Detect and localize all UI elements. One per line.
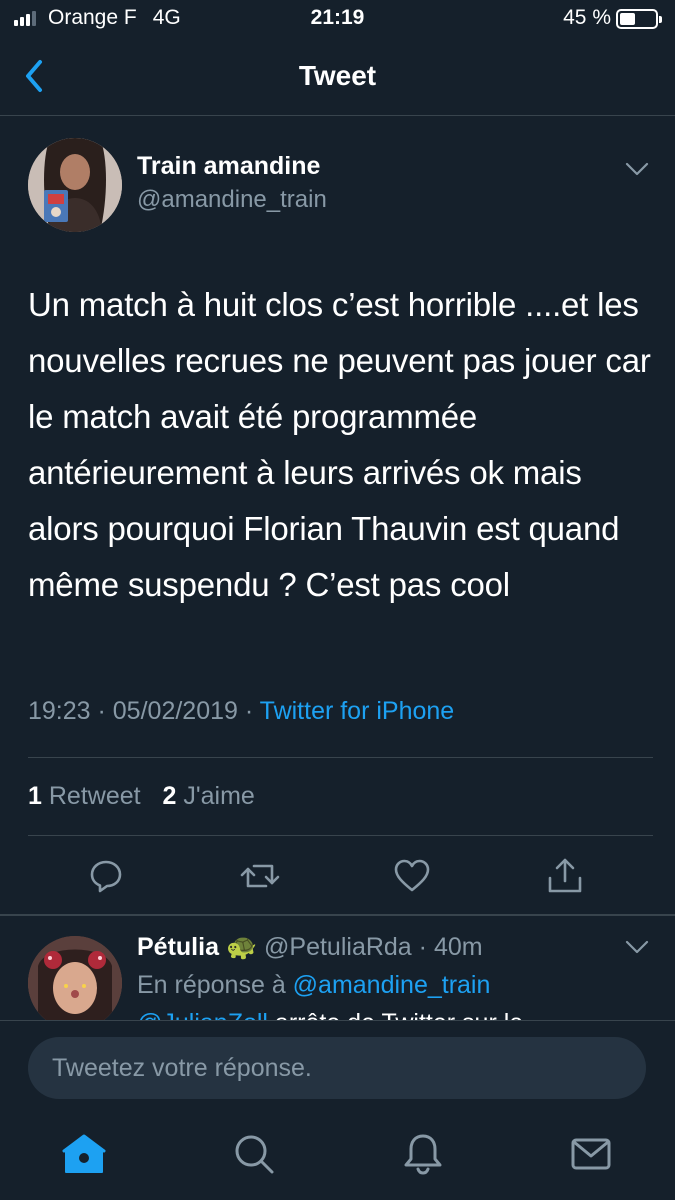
reply-author-photo xyxy=(28,936,122,1030)
likes-stat[interactable]: 2 J'aime xyxy=(162,782,254,810)
in-reply-to: En réponse à @amandine_train xyxy=(137,971,490,1000)
tab-bar xyxy=(0,1112,675,1200)
retweet-label: Retweet xyxy=(48,782,141,810)
like-count: 2 xyxy=(162,782,177,810)
tweet-source-link[interactable]: Twitter for iPhone xyxy=(260,697,455,725)
reply-avatar[interactable] xyxy=(28,936,122,1030)
tweet-text: Un match à huit clos c’est horrible ....… xyxy=(28,286,651,603)
navbar: Tweet xyxy=(0,40,675,116)
tweet-date: 05/02/2019 xyxy=(112,697,238,725)
in-reply-mention[interactable]: @amandine_train xyxy=(293,971,491,999)
retweets-stat[interactable]: 1 Retweet xyxy=(28,782,141,810)
status-bar: Orange F 4G 21:19 45 % xyxy=(0,0,675,40)
author-handle[interactable]: @amandine_train xyxy=(137,186,327,214)
messages-icon[interactable] xyxy=(569,1132,613,1176)
like-label: J'aime xyxy=(183,782,255,810)
divider xyxy=(28,757,653,758)
in-reply-prefix: En réponse à xyxy=(137,971,286,999)
chevron-down-icon[interactable] xyxy=(625,940,649,954)
tweet-time: 19:23 xyxy=(28,697,91,725)
chevron-down-icon[interactable] xyxy=(625,162,649,176)
battery-percent: 45 % xyxy=(563,6,611,29)
tweet-meta: 19:23 · 05/02/2019 · Twitter for iPhone xyxy=(28,697,455,725)
reply-icon[interactable] xyxy=(86,856,126,896)
tweet-stats: 1 Retweet 2 J'aime xyxy=(28,782,255,811)
reply-display-name[interactable]: Pétulia xyxy=(137,933,219,961)
section-divider xyxy=(0,914,675,916)
battery-icon xyxy=(616,9,662,29)
like-icon[interactable] xyxy=(392,856,432,896)
divider xyxy=(28,835,653,836)
reply-age: 40m xyxy=(433,933,483,961)
reply-composer: Tweetez votre réponse. xyxy=(0,1020,675,1112)
reply-header: Pétulia 🐢 @PetuliaRda · 40m xyxy=(137,933,483,961)
share-icon[interactable] xyxy=(545,856,585,896)
reply-handle[interactable]: @PetuliaRda xyxy=(264,933,412,961)
author-avatar[interactable] xyxy=(28,138,122,232)
retweet-icon[interactable] xyxy=(240,856,280,896)
notifications-icon[interactable] xyxy=(401,1132,445,1176)
turtle-emoji: 🐢 xyxy=(225,933,258,961)
search-icon[interactable] xyxy=(232,1132,276,1176)
reply-input[interactable]: Tweetez votre réponse. xyxy=(28,1037,646,1099)
tweet-actions xyxy=(0,852,675,900)
retweet-count: 1 xyxy=(28,782,42,810)
author-display-name[interactable]: Train amandine xyxy=(137,152,320,181)
page-title: Tweet xyxy=(298,60,377,91)
author-photo xyxy=(28,138,122,232)
home-icon[interactable] xyxy=(62,1132,106,1176)
